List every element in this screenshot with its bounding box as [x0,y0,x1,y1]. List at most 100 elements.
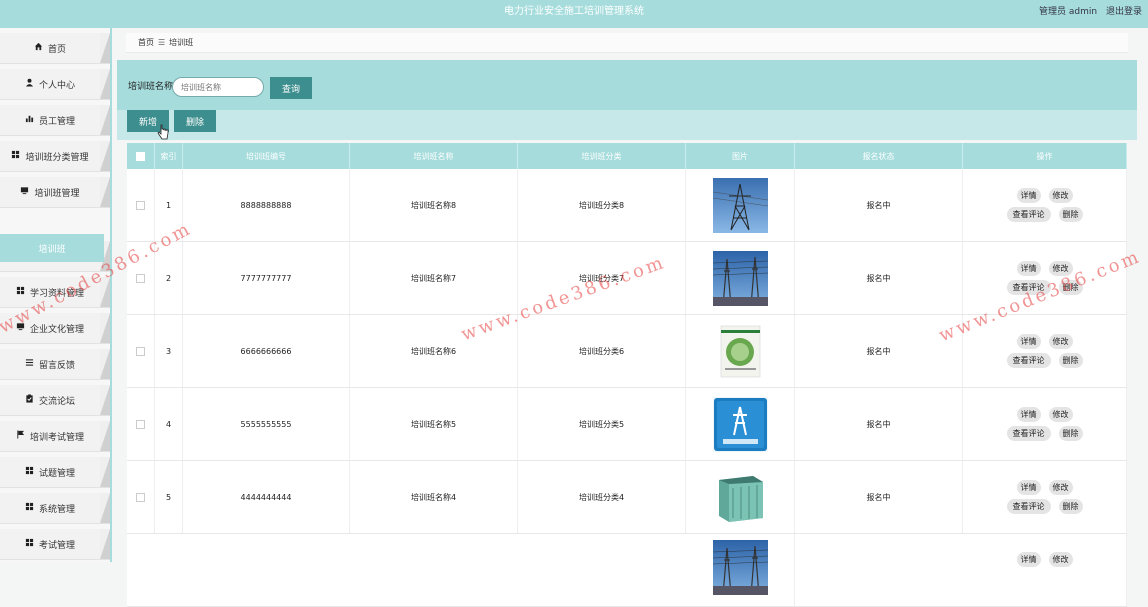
table-row: 5 4444444444 培训班名称4 培训班分类4 报名中 详情 修改 查看评论 删除 [127,461,1127,534]
sidebar-item-label: 企业文化管理 [29,324,84,335]
detail-button[interactable]: 详情 [1016,261,1041,276]
sidebar-item-3[interactable]: 员工管理 [0,105,110,136]
sidebar-item-11[interactable]: 培训考试管理 [0,421,110,452]
cell-category: 培训班分类8 [518,169,686,241]
row-delete-button[interactable]: 删除 [1058,207,1083,222]
sidebar-item-5[interactable]: 培训班管理 [0,177,110,208]
operations-row-2: 查看评论 删除 [1006,499,1083,514]
cell-name: 培训班名称5 [350,388,518,460]
sidebar-item-label: 学习资料管理 [29,288,84,299]
sidebar-item-label: 试题管理 [38,468,75,479]
sidebar-subitem-training-class[interactable]: 培训班 [0,234,104,262]
sidebar-item-body: 培训班分类管理 [0,141,100,171]
select-all-checkbox[interactable] [127,143,155,169]
sidebar-item-body: 留言反馈 [0,349,100,379]
sidebar-item-4[interactable]: 培训班分类管理 [0,141,110,172]
sidebar-item-12[interactable]: 试题管理 [0,457,110,488]
sidebar-item-14[interactable]: 考试管理 [0,529,110,560]
sidebar-item-8[interactable]: 企业文化管理 [0,313,110,344]
sidebar-item-label: 考试管理 [38,540,75,551]
grid-icon [25,502,34,514]
row-checkbox[interactable] [136,419,145,429]
view-comments-button[interactable]: 查看评论 [1006,280,1051,295]
table-header: 索引 培训班编号 培训班名称 培训班分类 图片 报名状态 操作 [127,143,1127,169]
detail-button[interactable]: 详情 [1016,407,1041,422]
monitor-icon [20,186,29,198]
search-input[interactable] [172,77,264,97]
sidebar-tab-decoration [100,385,110,415]
table-row: 详情 修改 [127,534,1127,607]
edit-button[interactable]: 修改 [1048,480,1073,495]
sidebar-item-10[interactable]: 交流论坛 [0,385,110,416]
operations-row-1: 详情 修改 [1016,188,1073,203]
edit-button[interactable]: 修改 [1048,552,1073,567]
sidebar-item-1[interactable]: 首页 [0,33,110,64]
delete-button[interactable]: 删除 [174,110,216,132]
breadcrumb-home[interactable]: 首页 [138,37,154,48]
list-icon [25,358,34,370]
column-header: 报名状态 [795,143,963,169]
sidebar-tab-decoration [100,141,110,171]
row-delete-button[interactable]: 删除 [1058,499,1083,514]
top-bar: 电力行业安全施工培训管理系统 管理员 admin 退出登录 [0,0,1148,28]
view-comments-button[interactable]: 查看评论 [1006,353,1051,368]
view-comments-button[interactable]: 查看评论 [1006,426,1051,441]
edit-button[interactable]: 修改 [1048,334,1073,349]
training-class-thumbnail [712,540,768,595]
row-checkbox-cell[interactable] [127,315,155,387]
logout-link[interactable]: 退出登录 [1106,7,1142,17]
breadcrumb: 首页 ☰ 培训班 [126,33,1128,53]
row-checkbox[interactable] [136,346,145,356]
sidebar-item-body: 培训考试管理 [0,421,100,451]
operations-row-2: 查看评论 删除 [1006,353,1083,368]
detail-button[interactable]: 详情 [1016,334,1041,349]
cell-name: 培训班名称7 [350,242,518,314]
cell-category: 培训班分类4 [518,461,686,533]
edit-button[interactable]: 修改 [1048,261,1073,276]
cell-name: 培训班名称6 [350,315,518,387]
row-checkbox-cell[interactable] [127,169,155,241]
sidebar-item-2[interactable]: 个人中心 [0,69,110,100]
row-delete-button[interactable]: 删除 [1058,280,1083,295]
grid-icon [16,286,25,298]
sidebar-item-label: 培训考试管理 [29,432,84,443]
row-delete-button[interactable]: 删除 [1058,426,1083,441]
view-comments-button[interactable]: 查看评论 [1006,499,1051,514]
cell-status: 报名中 [795,461,963,533]
row-checkbox-cell[interactable] [127,242,155,314]
view-comments-button[interactable]: 查看评论 [1006,207,1051,222]
operations-row-1: 详情 修改 [1016,407,1073,422]
row-checkbox[interactable] [136,200,145,210]
cell-index: 2 [155,242,183,314]
cell-operations: 详情 修改查看评论 删除 [963,461,1127,533]
column-header: 操作 [963,143,1127,169]
detail-button[interactable]: 详情 [1016,552,1041,567]
edit-button[interactable]: 修改 [1048,407,1073,422]
edit-button[interactable]: 修改 [1048,188,1073,203]
sidebar-tab-decoration [100,421,110,451]
sidebar-item-7[interactable]: 学习资料管理 [0,277,110,308]
row-checkbox[interactable] [136,492,145,502]
detail-button[interactable]: 详情 [1016,188,1041,203]
clipboard-icon [25,394,34,406]
sidebar-item-13[interactable]: 系统管理 [0,493,110,524]
row-checkbox[interactable] [136,273,145,283]
row-checkbox-cell[interactable] [127,461,155,533]
cell-image [686,461,795,533]
row-delete-button[interactable]: 删除 [1058,353,1083,368]
table-row: 3 6666666666 培训班名称6 培训班分类6 报名中 详情 修改 查看评论 删除 [127,315,1127,388]
sidebar-item-body: 员工管理 [0,105,100,135]
sidebar-item-body: 培训班管理 [0,177,100,207]
row-checkbox-cell[interactable] [127,388,155,460]
cursor-hand-icon [157,124,169,140]
cell-operations: 详情 修改 [963,534,1127,606]
sidebar-item-9[interactable]: 留言反馈 [0,349,110,380]
operations-row-1: 详情 修改 [1016,552,1073,567]
detail-button[interactable]: 详情 [1016,480,1041,495]
sidebar-tab-decoration [100,349,110,379]
sidebar-item-body: 试题管理 [0,457,100,487]
column-header: 图片 [686,143,795,169]
cell-operations: 详情 修改查看评论 删除 [963,315,1127,387]
cell-category: 培训班分类6 [518,315,686,387]
search-button[interactable]: 查询 [270,77,312,99]
